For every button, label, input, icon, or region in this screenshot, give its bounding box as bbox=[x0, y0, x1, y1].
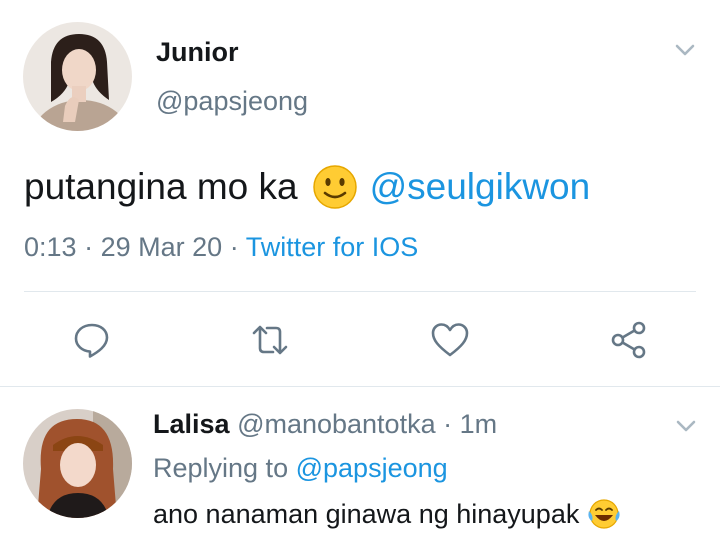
replying-prefix: Replying to bbox=[153, 453, 289, 483]
author-name[interactable]: Junior bbox=[156, 37, 239, 68]
retweet-icon bbox=[250, 320, 290, 360]
share-button[interactable] bbox=[609, 320, 649, 360]
replying-to: Replying to @papsjeong bbox=[153, 453, 448, 484]
mention-link[interactable]: @seulgikwon bbox=[370, 166, 591, 208]
meta-separator: · bbox=[84, 232, 94, 262]
meta-separator: · bbox=[443, 409, 453, 439]
chevron-down-icon[interactable] bbox=[675, 418, 697, 434]
slightly-smiling-face-emoji bbox=[312, 164, 358, 210]
reply-age: 1m bbox=[459, 409, 498, 439]
share-icon bbox=[609, 320, 649, 360]
author-handle[interactable]: @manobantotka bbox=[237, 409, 436, 439]
tweet-source-link[interactable]: Twitter for IOS bbox=[246, 232, 419, 262]
meta-separator: · bbox=[229, 232, 239, 262]
tweet-body: putangina mo ka bbox=[24, 166, 298, 207]
like-icon bbox=[430, 321, 470, 359]
author-name[interactable]: Lalisa bbox=[153, 409, 230, 439]
author-handle[interactable]: @papsjeong bbox=[156, 86, 308, 117]
tweet-time: 0:13 bbox=[24, 232, 77, 262]
reply-icon bbox=[73, 321, 111, 359]
tweet-text: putangina mo ka @seulgikwon bbox=[24, 164, 590, 210]
avatar[interactable] bbox=[23, 409, 132, 518]
avatar[interactable] bbox=[23, 22, 132, 131]
like-button[interactable] bbox=[430, 320, 470, 360]
retweet-button[interactable] bbox=[250, 320, 290, 360]
reply-button[interactable] bbox=[72, 320, 112, 360]
reply-text: ano nanaman ginawa ng hinayupak bbox=[153, 497, 621, 531]
divider bbox=[24, 291, 696, 292]
reply-header: Lalisa @manobantotka · 1m bbox=[153, 409, 497, 440]
tweet-date: 29 Mar 20 bbox=[100, 232, 223, 262]
face-with-tears-of-joy-emoji bbox=[587, 497, 621, 531]
main-tweet[interactable]: Junior @papsjeong putangina mo ka @seulg… bbox=[0, 0, 720, 386]
replying-mention-link[interactable]: @papsjeong bbox=[296, 453, 448, 483]
reply-body: ano nanaman ginawa ng hinayupak bbox=[153, 498, 580, 529]
tweet-meta: 0:13 · 29 Mar 20 · Twitter for IOS bbox=[24, 232, 418, 263]
chevron-down-icon[interactable] bbox=[674, 42, 696, 58]
reply-tweet[interactable]: Lalisa @manobantotka · 1m Replying to @p… bbox=[0, 387, 720, 538]
